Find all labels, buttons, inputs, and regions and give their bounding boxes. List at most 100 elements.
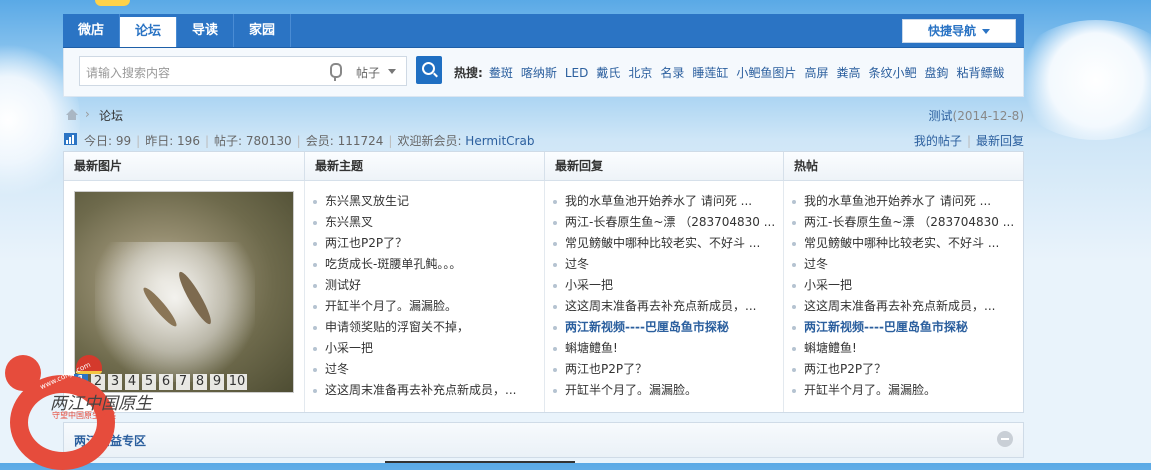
list-item[interactable]: 两江也P2P了？ [305,233,544,254]
header-hot-posts: 热帖 [794,159,819,173]
hot-search-link[interactable]: 粪高 [836,66,860,80]
main-nav: 微店 论坛 导读 家园 快捷导航 [63,14,1024,48]
pager-page[interactable]: 10 [227,374,247,390]
list-item[interactable]: 常见鳑鲏中哪种比较老实、不好斗 ... [784,233,1023,254]
hot-search-link[interactable]: 小鲃鱼图片 [736,66,796,80]
hot-search-link[interactable]: 戴氏 [596,66,620,80]
list-item[interactable]: 过冬 [305,359,544,380]
hot-search-link[interactable]: LED [565,66,589,80]
nav-tab-forum[interactable]: 论坛 [120,17,178,47]
list-item[interactable]: 这这周末准备再去补充点新成员，... [305,380,544,401]
nav-tab-weidian[interactable]: 微店 [63,14,121,47]
list-item[interactable]: 过冬 [784,254,1023,275]
logo-slogan: 守望中国原生之美 [52,411,116,420]
search-bar: 请输入搜索内容 帖子 热搜: 鲞斑 喀纳斯 LED 戴氏 北京 名录 睡莲缸 小鲃鱼图片 高屏 粪高… [63,48,1024,97]
search-placeholder: 请输入搜索内容 [86,66,171,80]
hot-search-link[interactable]: 名录 [660,66,684,80]
search-input[interactable]: 请输入搜索内容 [79,56,349,86]
search-scope-value: 帖子 [356,66,381,80]
list-item[interactable]: 两江新视频----巴厘岛鱼市探秘 [545,317,783,338]
list-item[interactable]: 测试好 [305,275,544,296]
stat-posts: 帖子: 780130 [214,134,292,148]
list-item[interactable]: 开缸半个月了。漏漏脸。 [545,380,783,401]
list-item[interactable]: 东兴黑叉 [305,212,544,233]
hot-search-link[interactable]: 鲞斑 [489,66,513,80]
hot-search-link[interactable]: 北京 [628,66,652,80]
stat-today: 今日: 99 [84,134,132,148]
chevron-down-icon [982,29,990,34]
page-container: 微店 论坛 导读 家园 快捷导航 请输入搜索内容 帖子 热搜: 鲞斑 喀纳斯 LED 戴… [63,14,1024,458]
list-item[interactable]: 两江-长春原生鱼~漂 （283704830 ... [784,212,1023,233]
header-latest-topics: 最新主题 [305,152,545,180]
list-item[interactable]: 开缸半个月了。漏漏脸。 [305,296,544,317]
breadcrumb-right-info: 测试(2014-12-8) [929,107,1024,124]
list-item[interactable]: 小采一把 [545,275,783,296]
hot-search-link[interactable]: 高屏 [804,66,828,80]
new-member-link[interactable]: HermitCrab [465,134,534,148]
list-item[interactable]: 两江新视频----巴厘岛鱼市探秘 [784,317,1023,338]
list-item[interactable]: 吃货成长-斑腰单孔鲀。。。 [305,254,544,275]
list-item[interactable]: 两江-长春原生鱼~漂 （283704830 ... [545,212,783,233]
hot-search-link[interactable]: 喀纳斯 [521,66,557,80]
list-item[interactable]: 我的水草鱼池开始养水了 请问死 ... [545,191,783,212]
list-item[interactable]: 两江也P2P了？ [545,359,783,380]
pager-page[interactable]: 9 [210,374,224,390]
list-item[interactable]: 两江也P2P了？ [784,359,1023,380]
latest-topics-column: 东兴黑叉放生记 东兴黑叉 两江也P2P了？ 吃货成长-斑腰单孔鲀。。。 测试好 … [305,181,545,412]
breadcrumb-separator: › [85,107,90,121]
list-item[interactable]: 蝌塘鳢鱼! [545,338,783,359]
list-item[interactable]: 这这周末准备再去补充点新成员，... [784,296,1023,317]
latest-reply-link[interactable]: 最新回复 [976,134,1024,148]
stat-members: 会员: 111724 [305,134,384,148]
breadcrumb: › 论坛 测试(2014-12-8) [63,103,1024,129]
list-item[interactable]: 蝌塘鳢鱼! [784,338,1023,359]
quick-nav-button[interactable]: 快捷导航 [902,19,1016,43]
bar-chart-icon [64,133,77,145]
background-cloud-right [1011,20,1151,140]
hot-search-link[interactable]: 盘鉤 [924,66,948,80]
hot-search: 热搜: 鲞斑 喀纳斯 LED 戴氏 北京 名录 睡莲缸 小鲃鱼图片 高屏 粪高 条纹小鲃 盘鉤 粘背鳔鲅 [454,64,1013,81]
breadcrumb-current[interactable]: 论坛 [99,107,123,124]
pager-page[interactable]: 8 [193,374,207,390]
list-item[interactable]: 这这周末准备再去补充点新成员，... [545,296,783,317]
microphone-icon[interactable] [330,63,342,81]
collapse-icon[interactable] [997,431,1013,447]
stat-yesterday: 昨日: 196 [145,134,200,148]
list-item[interactable]: 开缸半个月了。漏漏脸。 [784,380,1023,401]
list-item[interactable]: 过冬 [545,254,783,275]
welcome-label: 欢迎新会员: [397,134,466,148]
pager-page[interactable]: 7 [176,374,190,390]
header-latest-images: 最新图片 [64,152,305,180]
latest-replies-column: 我的水草鱼池开始养水了 请问死 ... 两江-长春原生鱼~漂 （28370483… [545,181,784,412]
test-link[interactable]: 测试 [929,109,953,123]
list-item[interactable]: 常见鳑鲏中哪种比较老实、不好斗 ... [545,233,783,254]
nav-tab-home[interactable]: 家园 [234,14,292,47]
section-header: 两江公益专区 [63,422,1024,458]
stats-text: 今日: 99 | 昨日: 196 | 帖子: 780130 | 会员: 111724 | 欢迎新… [84,134,535,148]
forum-overview-panel: 最新图片 最新主题 最新回复 热帖 1 2 3 4 5 6 7 8 9 10 东兴黑叉放生记 东兴… [63,151,1024,413]
home-icon[interactable] [66,109,78,120]
panel-header: 最新图片 最新主题 最新回复 热帖 [64,152,1023,181]
list-item[interactable]: 我的水草鱼池开始养水了 请问死 ... [784,191,1023,212]
list-item[interactable]: 小采一把 [305,338,544,359]
chevron-down-icon [388,69,396,74]
top-logo-strip [95,0,130,6]
test-date: (2014-12-8) [952,109,1024,123]
quick-nav-label: 快捷导航 [927,24,976,38]
header-latest-replies: 最新回复 [545,152,784,180]
list-item[interactable]: 小采一把 [784,275,1023,296]
nav-tab-guide[interactable]: 导读 [177,14,235,47]
hot-search-link[interactable]: 粘背鳔鲅 [957,66,1005,80]
hot-search-link[interactable]: 睡莲缸 [692,66,728,80]
hot-search-link[interactable]: 条纹小鲃 [868,66,916,80]
search-button[interactable] [416,56,442,84]
search-scope-select[interactable]: 帖子 [348,56,407,86]
hot-posts-column: 我的水草鱼池开始养水了 请问死 ... 两江-长春原生鱼~漂 （28370483… [784,181,1023,412]
search-icon [422,62,435,75]
forum-stats: 今日: 99 | 昨日: 196 | 帖子: 780130 | 会员: 111724 | 欢迎新… [63,129,1024,151]
my-posts-link[interactable]: 我的帖子 [914,134,962,148]
site-logo-watermark: www.cdhjo.com 两江中国原生 守望中国原生之美 [0,350,175,470]
list-item[interactable]: 申请领奖贴的浮窗关不掉， [305,317,544,338]
hot-search-label: 热搜: [454,66,483,80]
list-item[interactable]: 东兴黑叉放生记 [305,191,544,212]
